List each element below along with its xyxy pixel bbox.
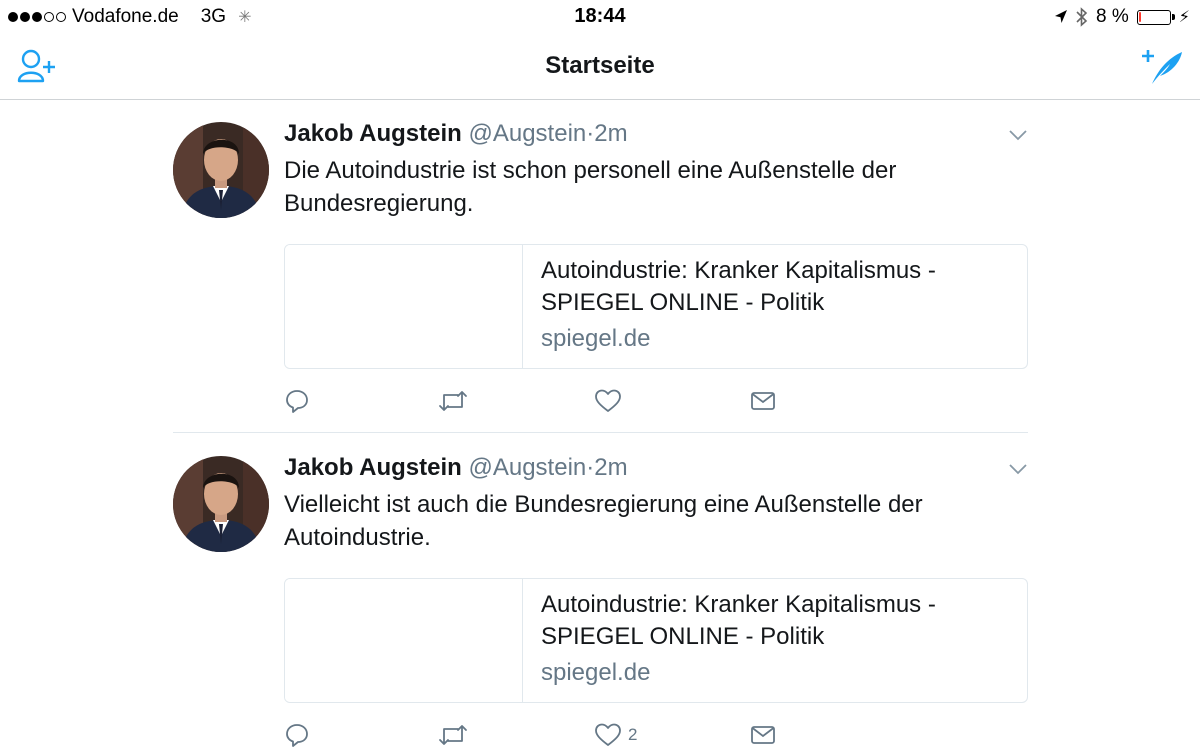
- envelope-icon: [751, 392, 775, 410]
- tweet[interactable]: Jakob Augstein @Augstein·2m Vielleicht i…: [173, 434, 1028, 747]
- tweet-actions: 2: [284, 720, 884, 747]
- location-arrow-icon: [1055, 10, 1068, 23]
- like-button[interactable]: [594, 386, 628, 416]
- card-thumbnail: [285, 579, 523, 702]
- author-name[interactable]: Jakob Augstein: [284, 120, 462, 147]
- card-title: Autoindustrie: Kranker Kapitalismus - SP…: [541, 591, 936, 650]
- bluetooth-icon: [1076, 7, 1088, 27]
- heart-icon: [595, 723, 621, 746]
- chevron-down-icon: [1009, 130, 1027, 141]
- retweet-icon: [439, 391, 467, 411]
- card-domain: spiegel.de: [541, 325, 651, 352]
- tweet-text: Vielleicht ist auch die Bundesregierung …: [284, 491, 923, 551]
- tweet-timestamp: 2m: [594, 454, 628, 481]
- reply-button[interactable]: [284, 720, 310, 747]
- status-bar-right: 8 % ⚡: [1054, 6, 1190, 28]
- avatar[interactable]: [173, 122, 269, 218]
- retweet-button[interactable]: [438, 720, 468, 747]
- reply-icon: [286, 390, 308, 413]
- battery-icon: [1136, 9, 1175, 25]
- card-domain: spiegel.de: [541, 659, 651, 686]
- tweet-header: Jakob Augstein @Augstein·2m: [284, 454, 628, 482]
- like-button[interactable]: 2: [594, 720, 637, 747]
- tweet[interactable]: Jakob Augstein @Augstein·2m Die Autoindu…: [173, 100, 1028, 433]
- tweet-menu-button[interactable]: [1008, 128, 1028, 142]
- tweet-timestamp: 2m: [594, 120, 628, 147]
- direct-message-button[interactable]: [750, 386, 776, 416]
- chevron-down-icon: [1009, 464, 1027, 475]
- navigation-bar: Startseite: [0, 34, 1200, 100]
- author-handle[interactable]: @Augstein: [468, 454, 586, 481]
- tweet-header: Jakob Augstein @Augstein·2m: [284, 120, 628, 148]
- compose-tweet-icon: [1142, 50, 1182, 84]
- reply-icon: [286, 724, 308, 747]
- link-card[interactable]: Autoindustrie: Kranker Kapitalismus - SP…: [284, 244, 1028, 369]
- charging-bolt-icon: ⚡: [1178, 9, 1190, 26]
- retweet-button[interactable]: [438, 386, 468, 416]
- card-title: Autoindustrie: Kranker Kapitalismus - SP…: [541, 257, 936, 316]
- avatar[interactable]: [173, 456, 269, 552]
- page-title: Startseite: [545, 52, 655, 79]
- direct-message-button[interactable]: [750, 720, 776, 747]
- battery-percent: 8 %: [1096, 6, 1129, 27]
- card-thumbnail: [285, 245, 523, 368]
- link-card[interactable]: Autoindustrie: Kranker Kapitalismus - SP…: [284, 578, 1028, 703]
- tweet-menu-button[interactable]: [1008, 462, 1028, 476]
- tweet-actions: [284, 386, 884, 416]
- retweet-icon: [439, 725, 467, 745]
- reply-button[interactable]: [284, 386, 310, 416]
- heart-icon: [595, 389, 621, 412]
- like-count: 2: [628, 725, 638, 744]
- envelope-icon: [751, 726, 775, 744]
- author-handle[interactable]: @Augstein: [468, 120, 586, 147]
- status-bar: Vodafone.de 3G ✳ 18:44 8 % ⚡: [0, 0, 1200, 34]
- tweet-text: Die Autoindustrie ist schon personell ei…: [284, 157, 897, 217]
- clock: 18:44: [574, 5, 626, 27]
- author-name[interactable]: Jakob Augstein: [284, 454, 462, 481]
- compose-tweet-button[interactable]: [1142, 44, 1186, 88]
